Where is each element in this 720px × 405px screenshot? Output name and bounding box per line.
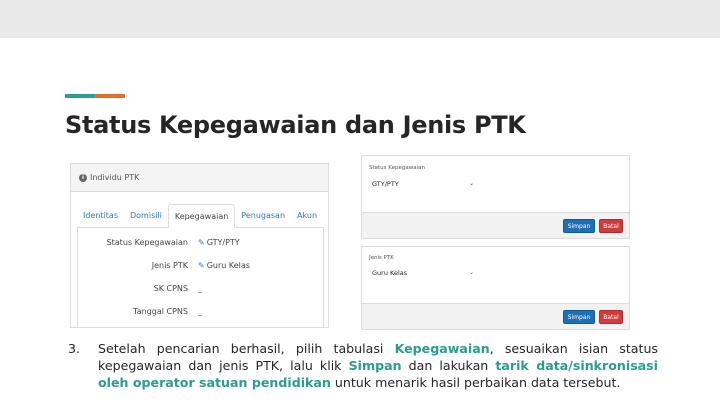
field-row-jenis-ptk: Jenis PTK ✎ Guru Kelas [78,261,325,273]
edit-icon[interactable]: ✎ [198,238,205,247]
edit-icon[interactable]: ✎ [198,261,205,270]
status-kepegawaian-form: Status Kepegawaian GTY/PTY ⌄ Simpan Bata… [361,155,630,239]
jenis-ptk-form: Jenis PTK Guru Kelas ⌄ Simpan Batal [361,246,630,330]
jenis-ptk-select[interactable]: Guru Kelas ⌄ [369,266,477,279]
highlight-simpan: Simpan [348,357,402,373]
accent-orange [95,94,125,98]
chevron-down-icon: ⌄ [468,180,474,187]
accent-teal [65,94,95,98]
title-accent-bar [65,94,125,98]
field-label: SK CPNS [153,284,188,293]
save-button[interactable]: Simpan [563,310,595,324]
tab-domisili[interactable]: Domisili [124,204,168,228]
save-button[interactable]: Simpan [563,219,595,233]
field-value: _ [198,307,202,316]
field-label: Jenis PTK [151,261,188,270]
info-icon: i [79,173,87,182]
field-value[interactable]: ✎ Guru Kelas [198,261,250,270]
tab-akun[interactable]: Akun [291,204,323,228]
slide-title: Status Kepegawaian dan Jenis PTK [65,111,526,139]
select-value: Guru Kelas [372,268,408,277]
field-row-status-kepegawaian: Status Kepegawaian ✎ GTY/PTY [78,238,325,250]
panel-header: i Individu PTK [71,164,328,192]
field-row-tanggal-cpns: Tanggal CPNS _ [78,307,325,319]
tab-penugasan[interactable]: Penugasan [235,204,291,228]
form-footer: Simpan Batal [362,212,629,238]
highlight-kepegawaian: Kepegawaian [394,341,490,356]
cancel-button[interactable]: Batal [599,219,623,233]
field-value-text: Guru Kelas [206,261,250,270]
step-number: 3. [68,341,81,356]
step-text-part: untuk menarik hasil perbaikan data terse… [330,374,621,390]
panel-header-title: Individu PTK [90,173,140,182]
tab-bar: Identitas Domisili Kepegawaian Penugasan… [77,204,324,228]
individu-ptk-panel: i Individu PTK Identitas Domisili Kepega… [70,163,329,328]
tab-content: Status Kepegawaian ✎ GTY/PTY Jenis PTK ✎ G… [77,228,325,327]
field-label: Status Kepegawaian [106,238,188,247]
field-value: _ [198,284,202,293]
top-band [0,0,720,38]
form-footer: Simpan Batal [362,303,629,329]
select-value: GTY/PTY [372,179,399,188]
field-value[interactable]: ✎ GTY/PTY [198,238,240,247]
step-text-part: Setelah pencarian berhasil, pilih tabula… [98,341,395,356]
chevron-down-icon: ⌄ [468,269,474,276]
tab-identitas[interactable]: Identitas [77,204,124,228]
field-row-sk-cpns: SK CPNS _ [78,284,325,296]
cancel-button[interactable]: Batal [599,310,623,324]
step-text-part: dan lakukan [401,357,496,373]
field-value-text: GTY/PTY [206,238,240,247]
field-label: Tanggal CPNS [133,307,188,316]
step-text: Setelah pencarian berhasil, pilih tabula… [98,341,658,391]
status-kepegawaian-label: Status Kepegawaian [369,165,425,171]
jenis-ptk-label: Jenis PTK [369,255,394,261]
tab-kepegawaian[interactable]: Kepegawaian [167,204,236,228]
slide: Status Kepegawaian dan Jenis PTK i Indiv… [0,0,720,405]
status-kepegawaian-select[interactable]: GTY/PTY ⌄ [369,177,477,190]
